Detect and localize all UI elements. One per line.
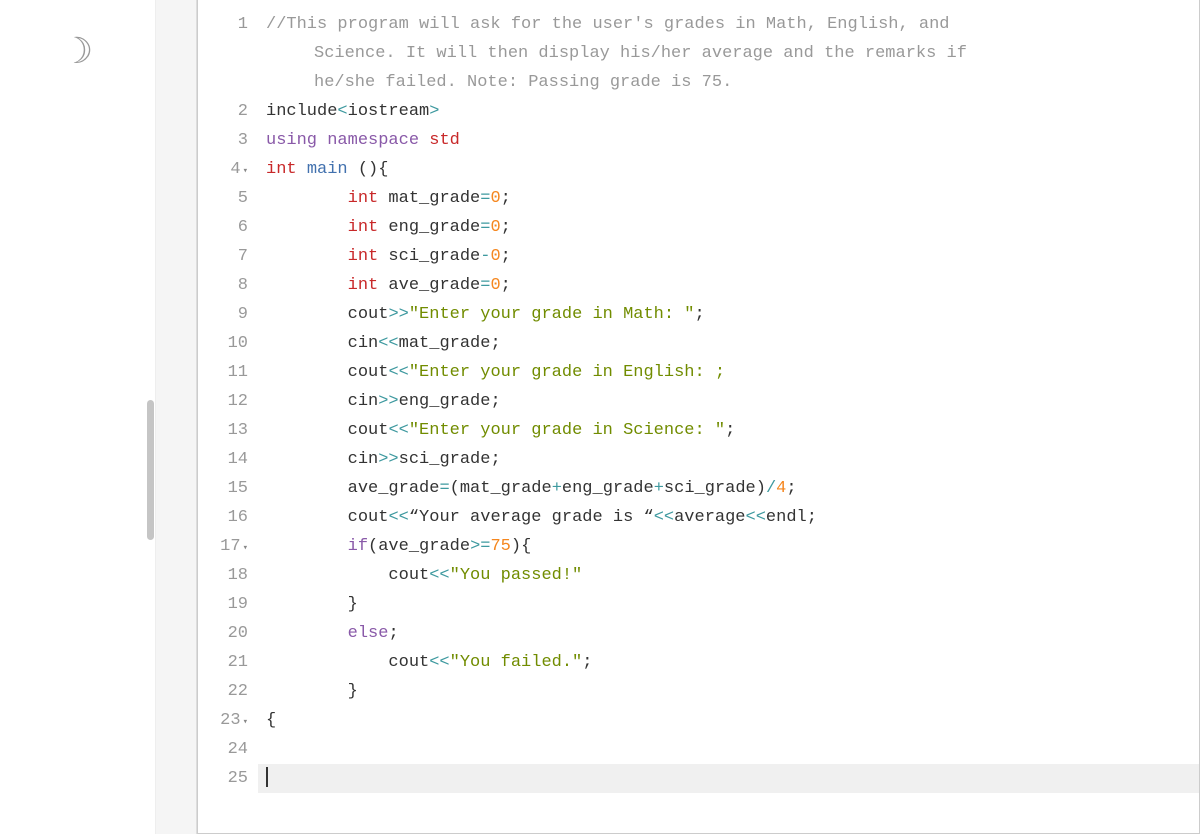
line-number: 4▾ xyxy=(198,155,248,184)
line-number: 5 xyxy=(198,184,248,213)
code-line[interactable]: } xyxy=(258,677,1199,706)
line-number: 18 xyxy=(198,561,248,590)
line-number: 20 xyxy=(198,619,248,648)
line-number: 10 xyxy=(198,329,248,358)
code-editor[interactable]: 1234▾567891011121314151617▾181920212223▾… xyxy=(197,0,1200,834)
code-line[interactable]: cout<<"Enter your grade in Science: "; xyxy=(258,416,1199,445)
code-line[interactable] xyxy=(258,735,1199,764)
line-number: 8 xyxy=(198,271,248,300)
text-cursor xyxy=(266,767,268,787)
line-number: 16 xyxy=(198,503,248,532)
code-line[interactable]: if(ave_grade>=75){ xyxy=(258,532,1199,561)
line-number: 9 xyxy=(198,300,248,329)
code-line[interactable]: ave_grade=(mat_grade+eng_grade+sci_grade… xyxy=(258,474,1199,503)
line-number: 22 xyxy=(198,677,248,706)
code-line[interactable]: { xyxy=(258,706,1199,735)
line-number xyxy=(198,68,248,97)
line-number: 23▾ xyxy=(198,706,248,735)
line-number: 6 xyxy=(198,213,248,242)
code-line[interactable]: cin<<mat_grade; xyxy=(258,329,1199,358)
line-number: 14 xyxy=(198,445,248,474)
line-number: 21 xyxy=(198,648,248,677)
code-line[interactable]: include<iostream> xyxy=(258,97,1199,126)
code-line[interactable]: cout>>"Enter your grade in Math: "; xyxy=(258,300,1199,329)
line-number: 1 xyxy=(198,10,248,39)
fold-arrow-icon[interactable]: ▾ xyxy=(243,717,248,727)
line-number: 11 xyxy=(198,358,248,387)
code-line[interactable]: cout<<"You failed."; xyxy=(258,648,1199,677)
line-number: 7 xyxy=(198,242,248,271)
line-number: 15 xyxy=(198,474,248,503)
code-line[interactable]: cout<<"You passed!" xyxy=(258,561,1199,590)
code-line[interactable]: int mat_grade=0; xyxy=(258,184,1199,213)
code-line[interactable]: } xyxy=(258,590,1199,619)
line-number: 25 xyxy=(198,764,248,793)
moon-icon[interactable]: ☾ xyxy=(61,30,93,72)
code-line[interactable]: int sci_grade-0; xyxy=(258,242,1199,271)
line-number: 12 xyxy=(198,387,248,416)
code-line[interactable]: int eng_grade=0; xyxy=(258,213,1199,242)
line-number xyxy=(198,39,248,68)
line-number: 24 xyxy=(198,735,248,764)
code-line[interactable]: Science. It will then display his/her av… xyxy=(258,39,1199,68)
scrollbar-thumb[interactable] xyxy=(147,400,154,540)
left-sidebar: ☾ xyxy=(0,0,155,834)
code-line[interactable] xyxy=(258,764,1199,793)
code-line[interactable]: //This program will ask for the user's g… xyxy=(258,10,1199,39)
code-line[interactable]: using namespace std xyxy=(258,126,1199,155)
code-line[interactable]: cout<<“Your average grade is “<<average<… xyxy=(258,503,1199,532)
code-line[interactable]: cin>>sci_grade; xyxy=(258,445,1199,474)
code-line[interactable]: else; xyxy=(258,619,1199,648)
code-line[interactable]: int main (){ xyxy=(258,155,1199,184)
code-line[interactable]: cin>>eng_grade; xyxy=(258,387,1199,416)
line-number: 13 xyxy=(198,416,248,445)
line-number: 3 xyxy=(198,126,248,155)
line-number: 2 xyxy=(198,97,248,126)
code-line[interactable]: int ave_grade=0; xyxy=(258,271,1199,300)
code-content[interactable]: //This program will ask for the user's g… xyxy=(258,0,1199,833)
code-line[interactable]: cout<<"Enter your grade in English: ; xyxy=(258,358,1199,387)
line-number: 19 xyxy=(198,590,248,619)
fold-arrow-icon[interactable]: ▾ xyxy=(243,166,248,176)
line-number-gutter: 1234▾567891011121314151617▾181920212223▾… xyxy=(198,0,258,833)
fold-arrow-icon[interactable]: ▾ xyxy=(243,543,248,553)
panel-divider[interactable] xyxy=(155,0,197,834)
code-line[interactable]: he/she failed. Note: Passing grade is 75… xyxy=(258,68,1199,97)
line-number: 17▾ xyxy=(198,532,248,561)
